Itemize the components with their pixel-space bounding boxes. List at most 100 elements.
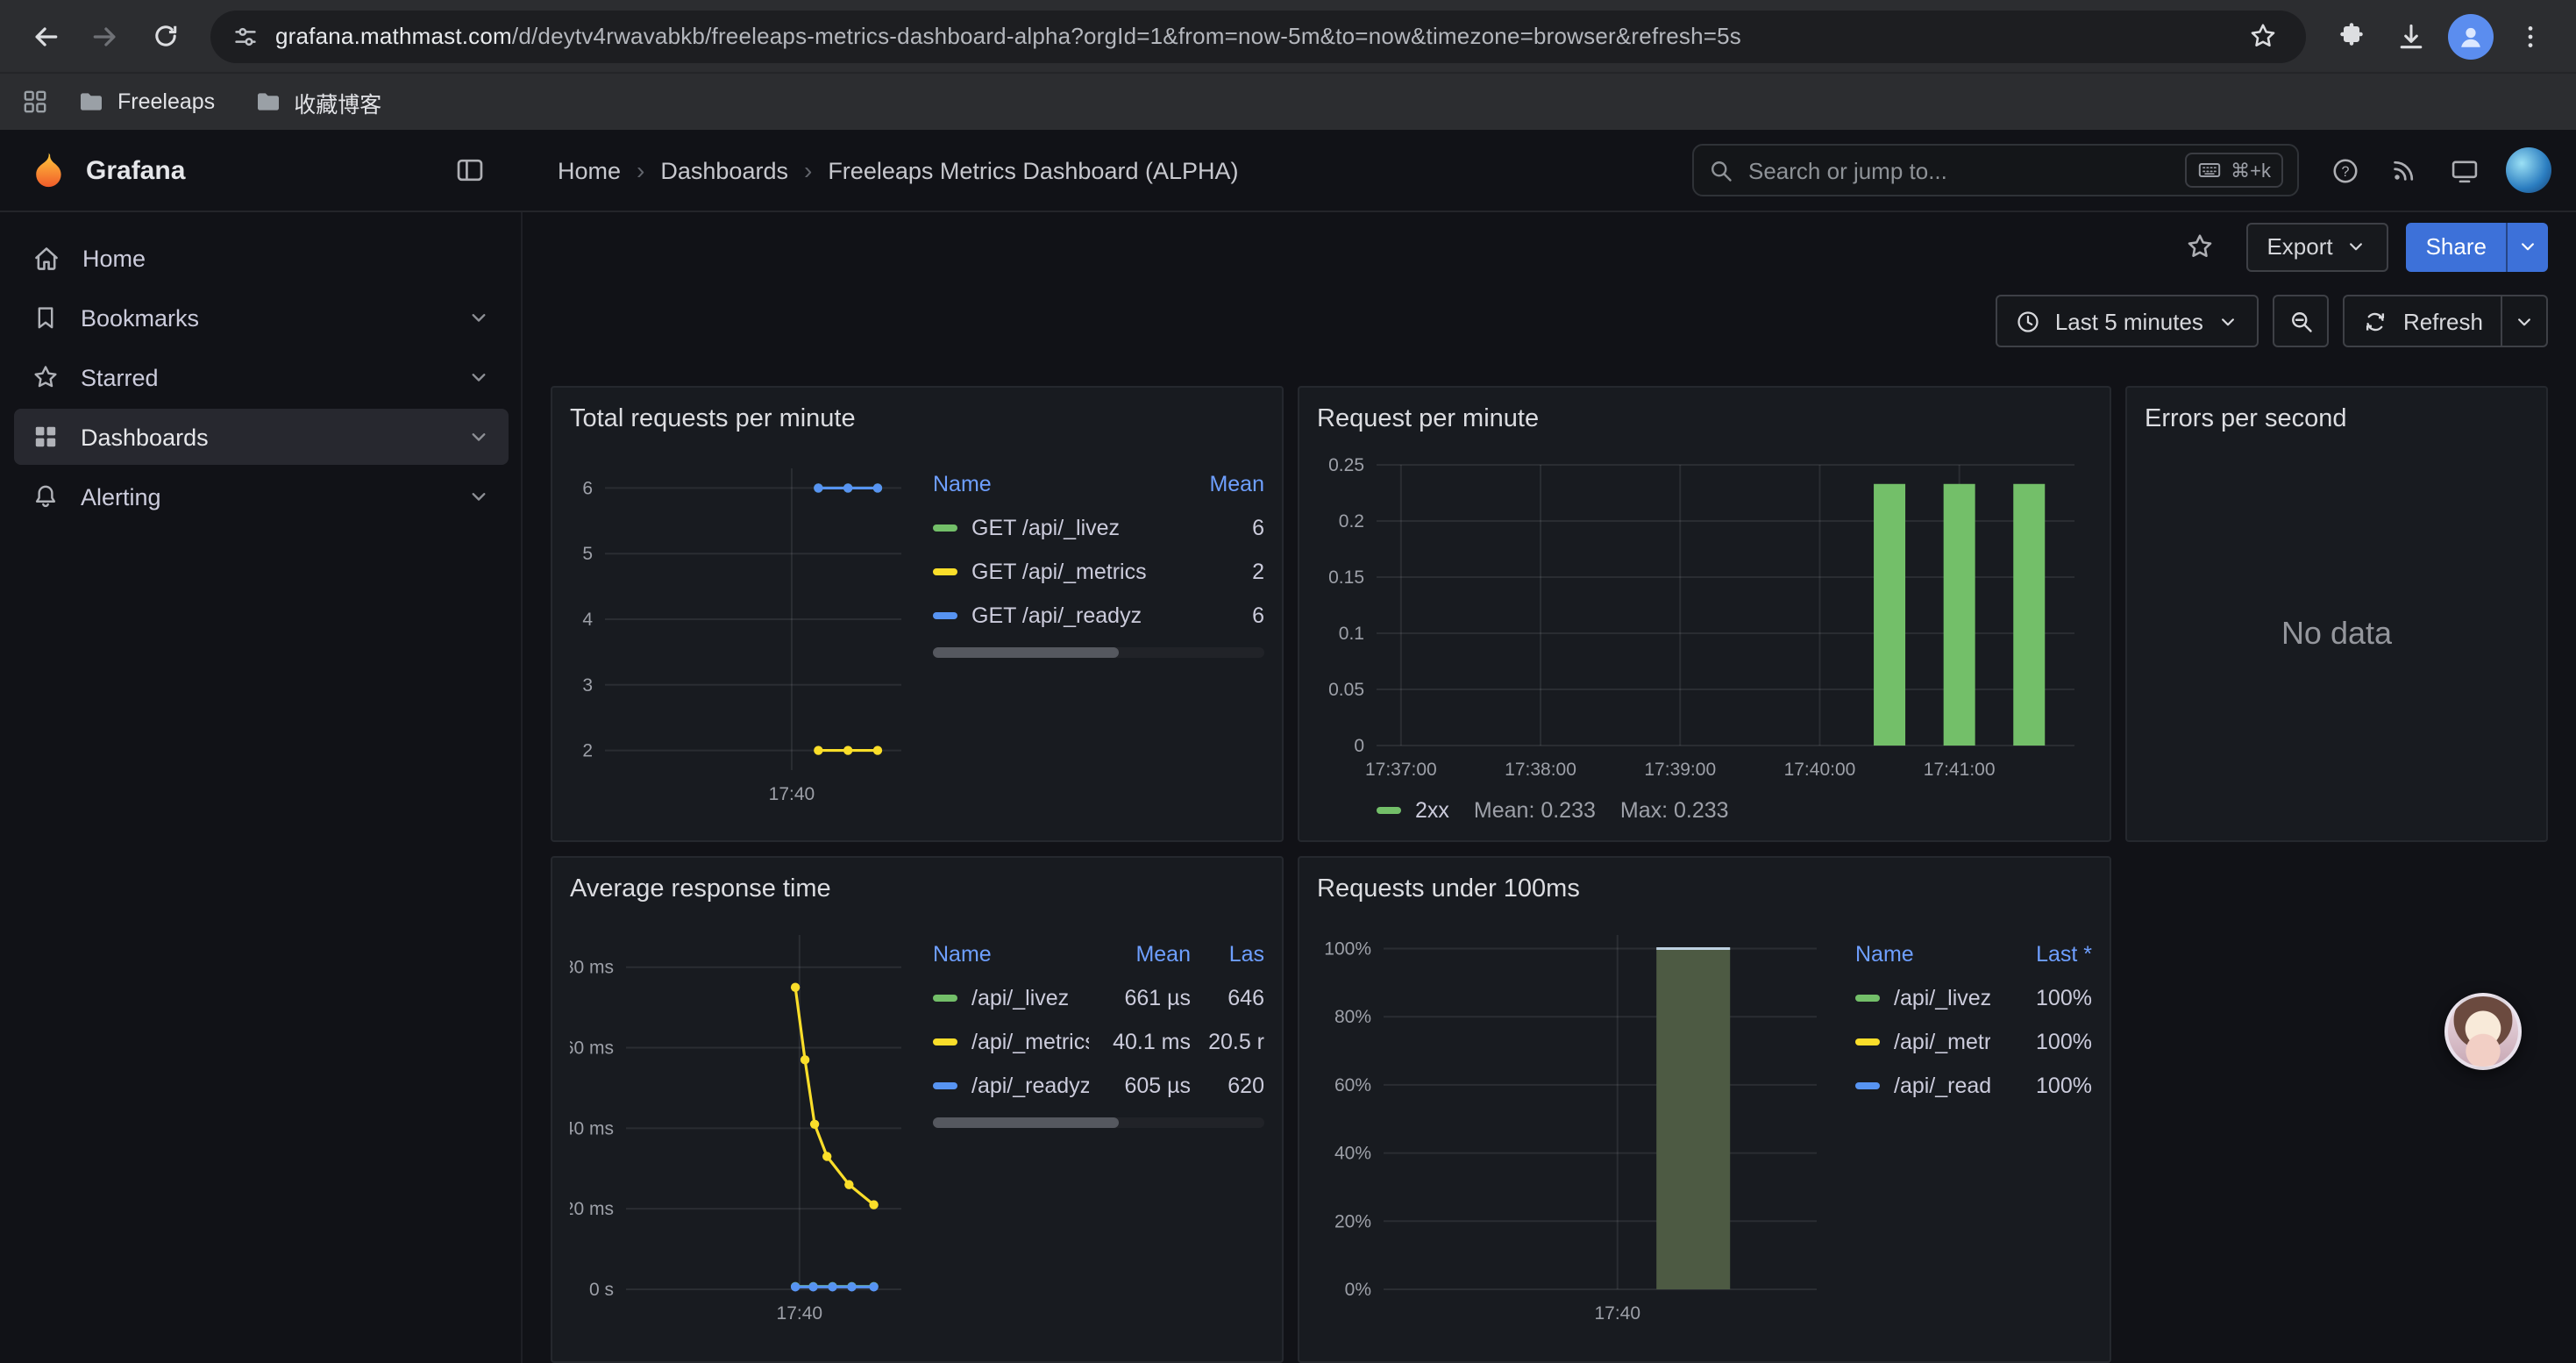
legend-row[interactable]: GET /api/_metrics2 xyxy=(933,549,1264,593)
legend-column-header[interactable]: Mean xyxy=(1163,471,1264,496)
panel-title[interactable]: Errors per second xyxy=(2145,398,2529,440)
legend-stat: Max: 0.233 xyxy=(1620,798,1729,823)
legend-scrollbar[interactable] xyxy=(933,647,1264,658)
panel-title[interactable]: Request per minute xyxy=(1317,398,2092,440)
search-input[interactable] xyxy=(1748,157,2171,183)
svg-text:0 s: 0 s xyxy=(589,1280,614,1300)
chevron-down-icon[interactable] xyxy=(466,425,491,449)
user-avatar[interactable] xyxy=(2506,147,2551,193)
favorite-dashboard-button[interactable] xyxy=(2172,218,2228,275)
legend-row[interactable]: /api/_readyz605 µs620 xyxy=(933,1063,1264,1107)
browser-profile-avatar[interactable] xyxy=(2448,13,2494,59)
share-button[interactable]: Share xyxy=(2407,222,2506,271)
dashboard-grid: Total requests per minute 17:4023456 Nam… xyxy=(523,386,2576,1363)
grafana-logo[interactable] xyxy=(28,150,68,190)
sidebar-item-alerting[interactable]: Alerting xyxy=(14,468,509,525)
url-bar[interactable]: grafana.mathmast.com/d/deytv4rwavabkb/fr… xyxy=(210,10,2306,62)
legend-row[interactable]: GET /api/_readyz6 xyxy=(933,593,1264,637)
chevron-down-icon[interactable] xyxy=(466,305,491,330)
series-color-dash xyxy=(933,1038,957,1045)
chevron-down-icon[interactable] xyxy=(466,365,491,389)
legend-column-header[interactable]: Name xyxy=(933,471,1163,496)
timeseries-chart[interactable]: 17:400 s20 ms40 ms60 ms80 ms xyxy=(570,921,912,1331)
floating-avatar-widget[interactable] xyxy=(2444,993,2522,1070)
reload-button[interactable] xyxy=(137,8,193,64)
breadcrumb-dashboards[interactable]: Dashboards xyxy=(637,156,788,184)
extensions-button[interactable] xyxy=(2323,8,2380,64)
downloads-button[interactable] xyxy=(2383,8,2439,64)
sidebar-item-home[interactable]: Home xyxy=(14,230,509,286)
legend-column-header[interactable]: Mean xyxy=(1089,941,1191,966)
bookmark-folder-freeleaps[interactable]: Freeleaps xyxy=(63,81,229,123)
svg-text:17:39:00: 17:39:00 xyxy=(1644,760,1716,780)
svg-text:4: 4 xyxy=(582,610,593,630)
legend-column-header[interactable]: Last * xyxy=(1990,941,2092,966)
legend-row[interactable]: /api/_metrics40.1 ms20.5 r xyxy=(933,1019,1264,1063)
legend-row[interactable]: /api/_livez100% xyxy=(1855,975,2092,1019)
bookmark-star-button[interactable] xyxy=(2239,13,2285,59)
share-menu-button[interactable] xyxy=(2506,222,2548,271)
sidebar-toggle-button[interactable] xyxy=(442,142,498,198)
chevron-down-icon[interactable] xyxy=(466,484,491,509)
forward-button[interactable] xyxy=(77,8,133,64)
svg-text:0.25: 0.25 xyxy=(1328,455,1364,475)
legend-header: NameMean xyxy=(933,461,1264,505)
sidebar-item-bookmarks[interactable]: Bookmarks xyxy=(14,289,509,346)
kiosk-mode-button[interactable] xyxy=(2436,142,2492,198)
series-color-dash xyxy=(933,1081,957,1088)
news-button[interactable] xyxy=(2376,142,2432,198)
help-button[interactable]: ? xyxy=(2316,142,2373,198)
legend-row[interactable]: GET /api/_livez6 xyxy=(933,505,1264,549)
refresh-button[interactable]: Refresh xyxy=(2344,295,2502,347)
svg-text:5: 5 xyxy=(582,544,593,564)
legend-scrollbar[interactable] xyxy=(933,1117,1264,1128)
sidebar-item-dashboards[interactable]: Dashboards xyxy=(14,409,509,465)
legend-item[interactable]: 2xx xyxy=(1377,798,1449,823)
reload-icon xyxy=(150,21,180,51)
panel-requests-under-100ms: Requests under 100ms 17:400%20%40%60%80%… xyxy=(1298,856,2111,1363)
panel-average-response-time: Average response time 17:400 s20 ms40 ms… xyxy=(551,856,1284,1363)
panel-title[interactable]: Total requests per minute xyxy=(570,398,1264,440)
browser-menu-button[interactable] xyxy=(2502,8,2558,64)
site-settings-icon[interactable] xyxy=(231,22,260,50)
panel-title[interactable]: Requests under 100ms xyxy=(1317,868,2092,910)
timeseries-chart[interactable]: 17:4023456 xyxy=(570,451,912,812)
bar-chart[interactable]: 17:37:0017:38:0017:39:0017:40:0017:41:00… xyxy=(1317,451,2089,788)
browser-toolbar: grafana.mathmast.com/d/deytv4rwavabkb/fr… xyxy=(0,0,2576,72)
svg-text:17:40: 17:40 xyxy=(1594,1303,1640,1324)
forward-arrow-icon xyxy=(89,20,121,52)
url-text[interactable]: grafana.mathmast.com/d/deytv4rwavabkb/fr… xyxy=(275,23,2239,49)
time-range-picker[interactable]: Last 5 minutes xyxy=(1996,295,2259,347)
export-button[interactable]: Export xyxy=(2245,222,2388,271)
bookmark-folder-blog[interactable]: 收藏博客 xyxy=(239,78,395,125)
refresh-interval-button[interactable] xyxy=(2502,295,2548,347)
legend-row[interactable]: /api/_metrics100% xyxy=(1855,1019,2092,1063)
legend-row[interactable]: /api/_readyz100% xyxy=(1855,1063,2092,1107)
zoom-out-button[interactable] xyxy=(2274,295,2330,347)
keyboard-icon xyxy=(2197,158,2222,182)
breadcrumb-home[interactable]: Home xyxy=(558,157,621,183)
legend-row[interactable]: /api/_livez661 µs646 xyxy=(933,975,1264,1019)
grafana-header: Grafana Home Dashboards Freeleaps Metric… xyxy=(0,130,2576,212)
folder-icon xyxy=(253,88,281,116)
sidebar-item-starred[interactable]: Starred xyxy=(14,349,509,405)
browser-window: grafana.mathmast.com/d/deytv4rwavabkb/fr… xyxy=(0,0,2576,1363)
bar-chart[interactable]: 17:400%20%40%60%80%100% xyxy=(1317,921,1834,1331)
panel-title[interactable]: Average response time xyxy=(570,868,1264,910)
person-icon xyxy=(2455,20,2487,52)
search-box[interactable]: ⌘+k xyxy=(1692,144,2299,196)
series-color-dash xyxy=(933,611,957,618)
chevron-down-icon xyxy=(2217,310,2240,332)
back-button[interactable] xyxy=(18,8,74,64)
chevron-down-icon xyxy=(2516,235,2539,258)
legend-column-header[interactable]: Las xyxy=(1191,941,1264,966)
legend-column-header[interactable]: Name xyxy=(1855,941,1990,966)
legend: NameLast * /api/_livez100%/api/_metrics10… xyxy=(1855,931,2092,1107)
sidebar-item-label: Starred xyxy=(81,364,159,390)
apps-grid-icon[interactable] xyxy=(21,88,49,116)
svg-text:17:41:00: 17:41:00 xyxy=(1924,760,1996,780)
bookmark-label: 收藏博客 xyxy=(294,85,381,118)
svg-text:3: 3 xyxy=(582,675,593,696)
star-icon xyxy=(32,363,60,391)
legend-column-header[interactable]: Name xyxy=(933,941,1089,966)
